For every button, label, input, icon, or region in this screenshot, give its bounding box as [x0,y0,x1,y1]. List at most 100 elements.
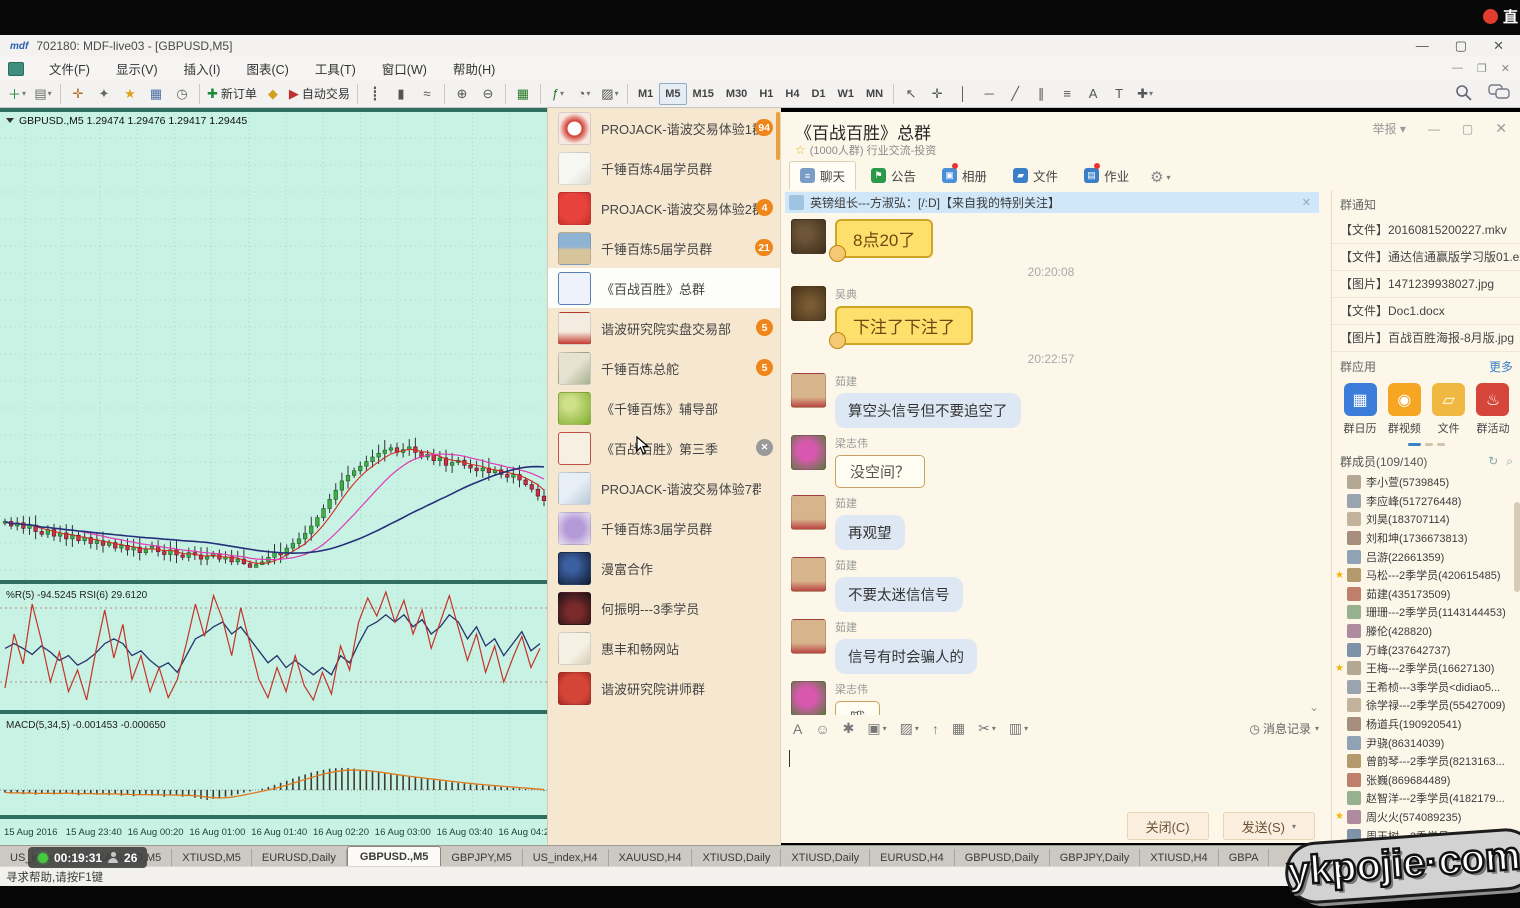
timeframe-M5[interactable]: M5 [659,83,686,105]
sender-avatar[interactable] [791,286,826,321]
vline-tool[interactable]: │ [950,83,976,105]
group-notice-file[interactable]: 【文件】通达信通赢版学习版01.exe [1332,244,1520,271]
star-icon[interactable]: ☆ [795,143,806,157]
more-link[interactable]: 更多 [1489,358,1513,375]
menu-item[interactable]: 图表(C) [233,63,301,77]
cut-icon[interactable]: ✂▾ [978,720,996,737]
mdi-restore-button[interactable]: ❐ [1477,62,1487,75]
maximize-button[interactable]: ▢ [1455,38,1467,54]
search-icon[interactable] [1455,84,1472,101]
group-notice-file[interactable]: 【图片】百战百胜海报-8月版.jpg [1332,325,1520,352]
menu-item[interactable]: 插入(I) [171,63,234,77]
cursor-tool[interactable]: ↖ [898,83,924,105]
close-chat-button[interactable]: 关闭(C) [1127,812,1209,840]
sender-avatar[interactable] [791,435,826,470]
profiles-button[interactable]: ▤▾ [30,83,56,105]
group-notice-file[interactable]: 【图片】1471239938027.jpg [1332,271,1520,298]
line-chart-button[interactable]: ≈ [414,83,440,105]
member-row[interactable]: 尹骁(86314039) [1332,733,1520,752]
chat-tab-聊天[interactable]: ≡聊天 [789,161,856,190]
tile-windows-button[interactable]: ▦ [510,83,536,105]
group-app-文件[interactable]: ▱文件 [1429,383,1469,436]
templates-button[interactable]: ▨▾ [597,83,623,105]
group-list-item[interactable]: 千锤百炼总舵5 [548,348,781,388]
trendline-tool[interactable]: ╱ [1002,83,1028,105]
group-list-item[interactable]: PROJACK-谐波交易体验2群4 [548,188,781,228]
chart-tab[interactable]: GBPA [1219,849,1270,867]
member-row[interactable]: 茹建(435173509) [1332,585,1520,604]
member-row[interactable]: 徐学禄---2季学员(55427009) [1332,696,1520,715]
chart-tab[interactable]: GBPUSD.,M5 [347,846,441,867]
chat-tab-文件[interactable]: ▰文件 [1002,161,1069,190]
member-row[interactable]: 王希桢---3季学员<didiao5... [1332,678,1520,697]
group-list-item[interactable]: 千锤百炼3届学员群 [548,508,781,548]
chart-tab[interactable]: US_index,H4 [523,849,609,867]
hline-tool[interactable]: ─ [976,83,1002,105]
navigator-button[interactable]: ✦ [91,83,117,105]
chat-minimize-button[interactable]: — [1428,122,1440,136]
candlestick-button[interactable]: ▮ [388,83,414,105]
chart-tab[interactable]: XTIUSD,M5 [172,849,252,867]
notice-close-icon[interactable]: ✕ [1302,196,1311,209]
window-shake-icon[interactable]: ✱ [843,720,855,737]
mdi-minimize-button[interactable]: — [1452,62,1463,75]
emoticon-icon[interactable]: ☺ [815,721,829,737]
group-app-群日历[interactable]: ▦群日历 [1340,383,1380,436]
font-icon[interactable]: A [793,721,802,737]
scroll-down-icon[interactable]: ⌄ [1309,700,1319,714]
group-list-item[interactable]: 《百战百胜》第三季✕ [548,428,781,468]
screenshot-icon[interactable]: ▣▾ [867,720,886,737]
member-row[interactable]: ★马松---2季学员(420615485) [1332,566,1520,585]
sender-avatar[interactable] [791,681,826,715]
chart-tab[interactable]: XTIUSD,H4 [1140,849,1218,867]
chat-close-button[interactable]: ✕ [1495,120,1507,137]
group-list-item[interactable]: 千锤百炼4届学员群 [548,148,781,188]
periods-button[interactable]: ◔▾ [571,83,597,105]
group-list-item[interactable]: 《百战百胜》总群 [548,268,781,308]
group-app-群视频[interactable]: ◉群视频 [1384,383,1424,436]
file-send-icon[interactable]: ↑ [932,721,939,737]
bar-chart-button[interactable]: ┋ [362,83,388,105]
menu-item[interactable]: 文件(F) [36,63,103,77]
favorites-button[interactable]: ★ [117,83,143,105]
data-window-button[interactable]: ▦ [143,83,169,105]
member-search-icon[interactable]: ⌕ [1506,454,1513,469]
gift-icon[interactable]: ▦ [952,720,965,737]
refresh-icon[interactable]: ↻ [1488,454,1498,469]
chat-tab-相册[interactable]: ▣相册 [931,161,998,190]
shapes-tool[interactable]: ✚▾ [1132,83,1158,105]
chat-tab-公告[interactable]: ⚑公告 [860,161,927,190]
indicators-button[interactable]: ƒ▾ [545,83,571,105]
timeframe-H4[interactable]: H4 [779,83,805,105]
member-row[interactable]: 吕游(22661359) [1332,547,1520,566]
group-list-item[interactable]: 《千锤百炼》辅导部 [548,388,781,428]
sender-avatar[interactable] [791,373,826,408]
group-list-item[interactable]: 谐波研究院实盘交易部5 [548,308,781,348]
menu-item[interactable]: 工具(T) [302,63,369,77]
close-button[interactable]: ✕ [1493,38,1504,54]
price-chart[interactable]: GBPUSD.,M5 1.29474 1.29476 1.29417 1.294… [0,108,547,845]
message-history-button[interactable]: ◷消息记录▾ [1249,720,1319,737]
chart-tab[interactable]: GBPJPY,Daily [1050,849,1141,867]
report-button[interactable]: 举报 ▾ [1373,120,1406,137]
metaeditor-button[interactable]: ◆ [260,83,286,105]
timeframe-MN[interactable]: MN [860,83,889,105]
mdi-close-button[interactable]: ✕ [1501,62,1510,75]
sender-avatar[interactable] [791,219,826,254]
label-tool[interactable]: T [1106,83,1132,105]
group-list-item[interactable]: 何振明---3季学员 [548,588,781,628]
member-row[interactable]: 李应峰(517276448) [1332,492,1520,511]
sender-avatar[interactable] [791,557,826,592]
chat-tab-作业[interactable]: ▤作业 [1073,161,1140,190]
member-row[interactable]: 赵智洋---2季学员(4182179... [1332,789,1520,808]
chart-tab[interactable]: GBPJPY,M5 [441,849,522,867]
chart-tab[interactable]: XTIUSD,Daily [781,849,870,867]
zoom-out-button[interactable]: ⊖ [475,83,501,105]
group-list-item[interactable]: 千锤百炼5届学员群21 [548,228,781,268]
chart-tab[interactable]: XTIUSD,Daily [692,849,781,867]
new-chart-button[interactable]: ＋▾ [4,83,30,105]
chart-tab[interactable]: EURUSD,Daily [252,849,347,867]
chat-maximize-button[interactable]: ▢ [1462,122,1473,136]
timeframe-W1[interactable]: W1 [832,83,861,105]
chat-bubbles-icon[interactable] [1488,84,1510,101]
